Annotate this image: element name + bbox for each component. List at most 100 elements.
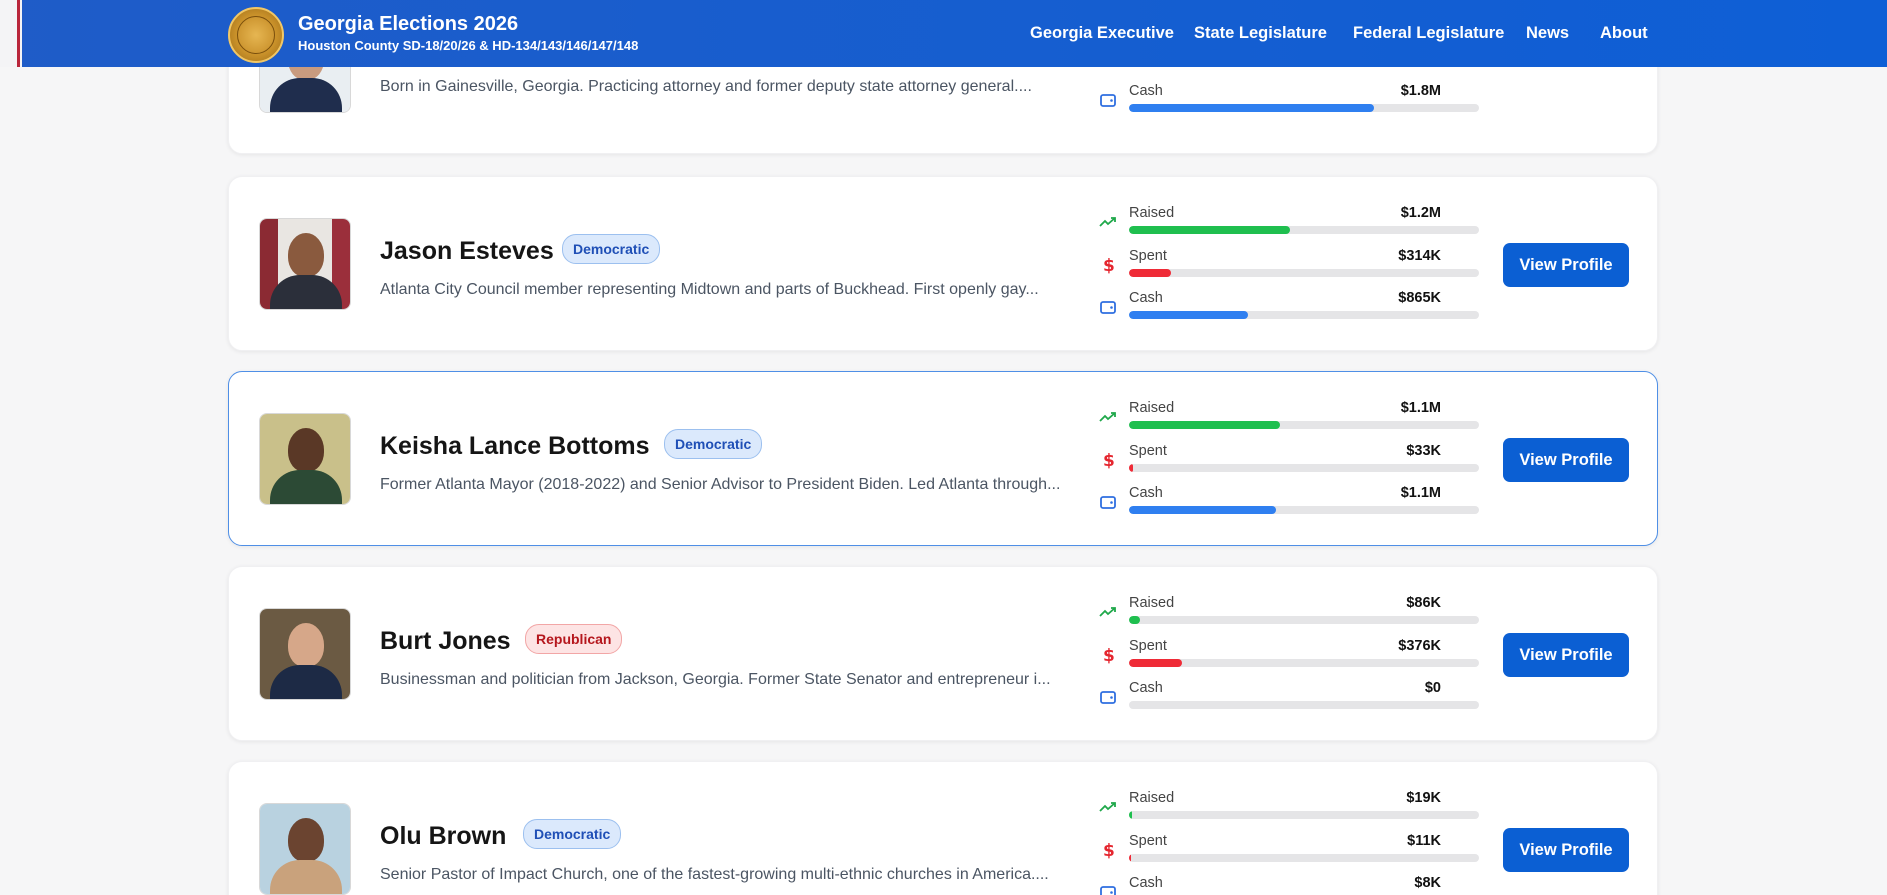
candidate-card: Olu Brown Democratic Senior Pastor of Im… xyxy=(228,761,1658,895)
stat-value: $314K xyxy=(1398,248,1441,264)
spent-bar xyxy=(1129,854,1131,862)
stat-value: $33K xyxy=(1406,443,1441,459)
stat-label: Cash xyxy=(1129,290,1163,306)
svg-text:$: $ xyxy=(1103,451,1115,469)
top-navbar: Georgia Elections 2026 Houston County SD… xyxy=(0,0,1887,67)
dollar-icon: $ xyxy=(1103,841,1115,859)
site-subtitle: Houston County SD-18/20/26 & HD-134/143/… xyxy=(298,38,639,53)
dollar-icon: $ xyxy=(1103,646,1115,664)
raised-bar xyxy=(1129,421,1280,429)
nav-news[interactable]: News xyxy=(1526,24,1569,43)
svg-text:$: $ xyxy=(1103,841,1115,859)
dollar-icon: $ xyxy=(1103,256,1115,274)
candidate-name[interactable]: Keisha Lance Bottoms xyxy=(380,432,650,461)
trending-up-icon xyxy=(1099,607,1116,617)
dollar-icon: $ xyxy=(1103,451,1115,469)
stat-label: Cash xyxy=(1129,485,1163,501)
candidate-bio: Born in Gainesville, Georgia. Practicing… xyxy=(380,78,1032,95)
candidate-bio: Senior Pastor of Impact Church, one of t… xyxy=(380,866,1049,883)
wallet-icon xyxy=(1100,301,1116,314)
svg-text:$: $ xyxy=(1103,646,1115,664)
stat-label: Spent xyxy=(1129,443,1167,459)
cash-bar xyxy=(1129,104,1374,112)
stat-raised: Raised $1.1M xyxy=(1099,400,1479,440)
view-profile-button[interactable]: View Profile xyxy=(1503,438,1629,482)
stat-cash: Cash $0 xyxy=(1099,680,1479,720)
stat-value: $11K xyxy=(1407,833,1441,849)
wallet-icon xyxy=(1100,94,1116,107)
wallet-icon xyxy=(1100,886,1116,895)
stat-label: Spent xyxy=(1129,833,1167,849)
stat-raised: Raised $86K xyxy=(1099,595,1479,635)
trending-up-icon xyxy=(1099,217,1116,227)
stat-label: Spent xyxy=(1129,638,1167,654)
candidate-card: Jason Esteves Democratic Atlanta City Co… xyxy=(228,176,1658,351)
view-profile-button[interactable]: View Profile xyxy=(1503,828,1629,872)
candidate-photo xyxy=(259,608,351,700)
stat-raised: Raised $19K xyxy=(1099,790,1479,830)
stat-value: $1.8M xyxy=(1400,83,1441,99)
stat-value: $19K xyxy=(1406,790,1441,806)
stat-cash: Cash $1.1M xyxy=(1099,485,1479,525)
nav-georgia-executive[interactable]: Georgia Executive xyxy=(1030,24,1174,43)
stat-value: $1.1M xyxy=(1400,485,1441,501)
stat-label: Raised xyxy=(1129,400,1175,416)
party-badge: Democratic xyxy=(523,819,622,849)
party-badge: Republican xyxy=(525,624,623,654)
stat-spent: $ Spent $376K xyxy=(1099,638,1479,678)
site-title[interactable]: Georgia Elections 2026 xyxy=(298,13,518,36)
stat-label: Cash xyxy=(1129,83,1163,99)
stat-value: $376K xyxy=(1398,638,1441,654)
spent-bar xyxy=(1129,269,1171,277)
stat-label: Raised xyxy=(1129,205,1175,221)
stat-spent: $ Spent $11K xyxy=(1099,833,1479,873)
cash-bar xyxy=(1129,506,1276,514)
stat-spent: $ Spent $33K xyxy=(1099,443,1479,483)
stat-label: Cash xyxy=(1129,680,1163,696)
wallet-icon xyxy=(1100,691,1116,704)
trending-up-icon xyxy=(1099,802,1116,812)
candidate-card: Keisha Lance Bottoms Democratic Former A… xyxy=(228,371,1658,546)
nav-federal-legislature[interactable]: Federal Legislature xyxy=(1353,24,1504,43)
stat-cash: Cash $8K xyxy=(1099,875,1479,895)
view-profile-button[interactable]: View Profile xyxy=(1503,633,1629,677)
nav-state-legislature[interactable]: State Legislature xyxy=(1194,24,1327,43)
candidate-bio: Businessman and politician from Jackson,… xyxy=(380,671,1051,688)
candidate-card: Burt Jones Republican Businessman and po… xyxy=(228,566,1658,741)
svg-text:$: $ xyxy=(1103,256,1115,274)
party-badge: Democratic xyxy=(562,234,661,264)
stat-spent: $ Spent $314K xyxy=(1099,248,1479,288)
nav-about[interactable]: About xyxy=(1600,24,1648,43)
stat-label: Spent xyxy=(1129,248,1167,264)
raised-bar xyxy=(1129,226,1290,234)
stat-raised: Raised $1.2M xyxy=(1099,205,1479,245)
spent-bar xyxy=(1129,659,1182,667)
spent-bar xyxy=(1129,464,1134,472)
stat-label: Raised xyxy=(1129,790,1175,806)
georgia-seal-logo[interactable] xyxy=(228,7,284,63)
view-profile-button[interactable]: View Profile xyxy=(1503,243,1629,287)
page-edge-strip xyxy=(0,0,22,67)
stat-label: Cash xyxy=(1129,875,1163,891)
stat-value: $1.1M xyxy=(1400,400,1441,416)
stat-value: $865K xyxy=(1398,290,1441,306)
candidate-bio: Atlanta City Council member representing… xyxy=(380,281,1039,298)
stat-value: $0 xyxy=(1424,680,1441,696)
wallet-icon xyxy=(1100,496,1116,509)
candidate-name[interactable]: Olu Brown xyxy=(380,822,506,851)
raised-bar xyxy=(1129,811,1132,819)
stat-cash: Cash $865K xyxy=(1099,290,1479,330)
candidate-photo xyxy=(259,413,351,505)
candidate-bio: Former Atlanta Mayor (2018-2022) and Sen… xyxy=(380,476,1061,493)
party-badge: Democratic xyxy=(664,429,763,459)
cash-bar xyxy=(1129,311,1248,319)
stat-value: $1.2M xyxy=(1400,205,1441,221)
stat-value: $86K xyxy=(1406,595,1441,611)
candidate-photo xyxy=(259,218,351,310)
candidate-photo xyxy=(259,803,351,895)
trending-up-icon xyxy=(1099,412,1116,422)
candidate-name[interactable]: Jason Esteves xyxy=(380,237,554,266)
candidate-name[interactable]: Burt Jones xyxy=(380,627,511,656)
stat-value: $8K xyxy=(1414,875,1441,891)
stat-label: Raised xyxy=(1129,595,1175,611)
